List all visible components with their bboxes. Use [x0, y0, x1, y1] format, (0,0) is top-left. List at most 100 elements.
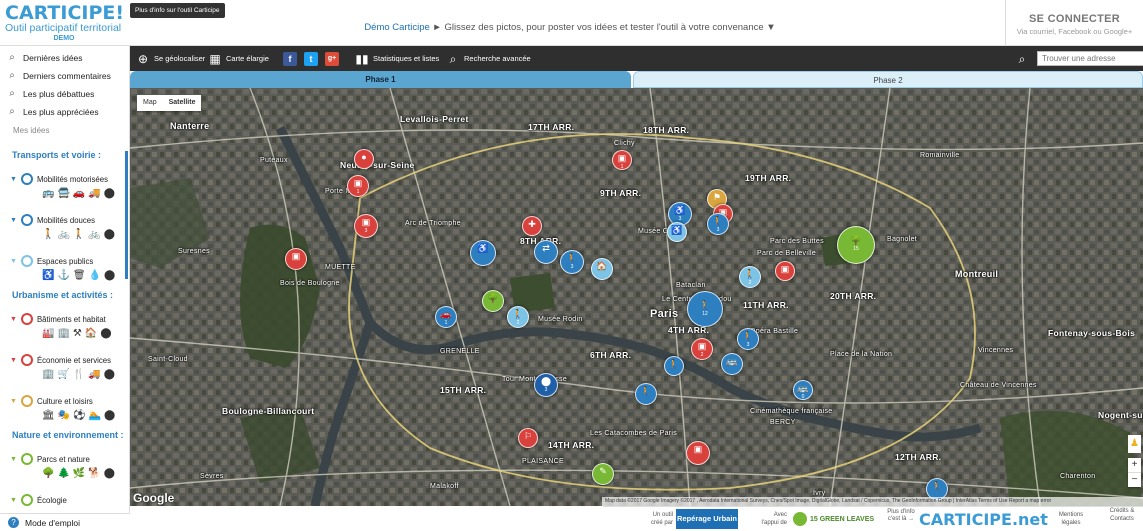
geolocate-button[interactable]: ⊕ Se géolocaliser: [136, 46, 205, 71]
map-attribution[interactable]: Map data ©2017 Google Imagery ©2017 , Ae…: [602, 497, 1143, 506]
idea-marker[interactable]: 🚶 12: [687, 291, 723, 327]
greenleaves-logo[interactable]: 15 GREEN LEAVES: [793, 511, 875, 528]
idea-marker[interactable]: ⬤ 3: [534, 373, 558, 397]
mode-emploi-button[interactable]: ? Mode d'emploi: [0, 513, 130, 531]
category-icon: [20, 395, 33, 407]
connect-subtitle: Via courriel, Facebook ou Google+: [1016, 27, 1133, 36]
idea-marker[interactable]: ⇄: [534, 240, 558, 264]
address-input[interactable]: [1037, 51, 1143, 66]
map-label: Bataclan: [676, 282, 706, 289]
logo-name: CARTICIPE!: [5, 2, 125, 24]
twitter-icon: t: [304, 51, 318, 66]
category-parcs[interactable]: ▼ Parcs et nature: [10, 453, 90, 465]
idea-marker[interactable]: 🚶 3: [560, 250, 584, 274]
idea-marker[interactable]: ♿: [470, 240, 496, 266]
address-search-icon-button[interactable]: ⌕: [1015, 46, 1029, 71]
idea-marker[interactable]: 🚶 2: [739, 266, 761, 288]
idea-marker[interactable]: ▣ 3: [354, 214, 378, 238]
reperage-urbain-logo[interactable]: Repérage Urbain: [676, 509, 738, 529]
idea-marker[interactable]: ✎: [592, 463, 614, 485]
facebook-share[interactable]: f: [283, 46, 297, 71]
picto-row-motorisees[interactable]: 🚌🚍🚗🚚⬤: [42, 188, 118, 199]
picto-row-batiments[interactable]: 🏭🏢⚒🏠⬤: [42, 328, 115, 339]
idea-marker[interactable]: 🚶 2: [507, 306, 529, 328]
category-mobilites-motorisees[interactable]: ▼ Mobilités motorisées: [10, 173, 108, 185]
carticipe-net-link[interactable]: CARTICIPE.net: [919, 509, 1048, 531]
sidebar-item-latest-comments[interactable]: ⌕ Derniers commentaires: [6, 68, 111, 84]
credits-link[interactable]: Crédits & Contacts: [1103, 507, 1141, 523]
sidebar-item-most-liked[interactable]: ⌕ Les plus appréciées: [6, 104, 98, 120]
map-label: MUETTE: [325, 264, 356, 271]
section-nature: Nature et environnement :: [12, 430, 124, 440]
idea-marker[interactable]: ▣: [285, 248, 307, 270]
map-label: Musée Rodin: [538, 316, 583, 323]
map-label: Boulogne-Billancourt: [222, 406, 315, 416]
map-label: Bagnolet: [887, 236, 918, 243]
idea-marker[interactable]: ▣ 1: [347, 175, 369, 197]
picto-row-culture[interactable]: 🏛🎭⚽🏊⬤: [42, 410, 118, 421]
category-economie[interactable]: ▼ Économie et services: [10, 354, 111, 366]
legal-link[interactable]: Mentions légales: [1051, 511, 1091, 527]
sidebar-item-most-debated[interactable]: ⌕ Les plus débattues: [6, 86, 94, 102]
map[interactable]: Map Satellite 17TH ARR. 18TH ARR. 19TH A…: [130, 88, 1143, 506]
tab-phase-2[interactable]: Phase 2: [633, 71, 1143, 88]
category-ecologie[interactable]: ▼ Écologie: [10, 494, 67, 506]
advanced-search-button[interactable]: ⌕ Recherche avancée: [446, 46, 531, 71]
zoom-out-button[interactable]: −: [1128, 472, 1141, 487]
category-culture[interactable]: ▼ Culture et loisirs: [10, 395, 93, 407]
googleplus-icon: g+: [325, 51, 339, 66]
idea-marker[interactable]: ▣ 1: [612, 150, 632, 170]
connect-button[interactable]: SE CONNECTER Via courriel, Facebook ou G…: [1005, 0, 1143, 46]
map-type-satellite[interactable]: Satellite: [163, 95, 202, 111]
chevron-down-icon: ▼: [10, 356, 17, 364]
idea-marker[interactable]: ▣ 2: [691, 338, 713, 360]
idea-marker[interactable]: ▣: [775, 261, 795, 281]
carticipe-logo[interactable]: CARTICIPE! Outil participatif territoria…: [5, 3, 127, 45]
idea-marker[interactable]: 🚶: [664, 356, 684, 376]
google-logo: Google: [133, 491, 175, 505]
idea-marker[interactable]: ✚: [522, 216, 542, 236]
enlarge-map-button[interactable]: ▦ Carte élargie: [208, 46, 269, 71]
picto-row-parcs[interactable]: 🌳🌲🌿🐕⬤: [42, 468, 118, 479]
demo-link[interactable]: Démo Carticipe: [364, 22, 429, 33]
idea-marker[interactable]: 🚶 3: [737, 328, 759, 350]
twitter-share[interactable]: t: [304, 46, 318, 71]
googleplus-share[interactable]: g+: [325, 46, 339, 71]
info-button[interactable]: Plus d'info sur l'outil Carticipe: [130, 3, 225, 18]
tab-phase-1[interactable]: Phase 1: [130, 71, 631, 88]
scrollbar[interactable]: [125, 151, 128, 279]
chevron-down-icon: ▼: [10, 257, 17, 265]
idea-marker[interactable]: ●: [354, 149, 374, 169]
map-label: Château de Vincennes: [960, 382, 1037, 389]
stats-label: Statistiques et listes: [373, 54, 440, 63]
greenleaves-label: 15 GREEN LEAVES: [810, 516, 875, 523]
stats-button[interactable]: ▮▮ Statistiques et listes: [355, 46, 439, 71]
category-mobilites-douces[interactable]: ▼ Mobilités douces: [10, 214, 95, 226]
idea-marker[interactable]: 🚗 1: [435, 306, 457, 328]
advanced-search-label: Recherche avancée: [464, 54, 531, 63]
map-label: Charenton: [1060, 473, 1096, 480]
category-espaces-publics[interactable]: ▼ Espaces publics: [10, 255, 93, 267]
category-label: Mobilités motorisées: [36, 174, 109, 184]
enlarge-map-label: Carte élargie: [226, 54, 269, 63]
picto-row-economie[interactable]: 🏢🛒🍴🚚⬤: [42, 369, 118, 380]
map-type-map[interactable]: Map: [137, 95, 163, 111]
idea-marker[interactable]: 🚌: [721, 353, 743, 375]
sidebar-item-latest-ideas[interactable]: ⌕ Dernières idées: [6, 50, 82, 66]
street-view-pegman-icon[interactable]: ♟: [1128, 435, 1141, 453]
my-ideas-link[interactable]: Mes idées: [13, 126, 49, 135]
category-batiments[interactable]: ▼ Bâtiments et habitat: [10, 313, 106, 325]
picto-row-douces[interactable]: 🚶🚲🚶🚲⬤: [42, 229, 118, 240]
zoom-in-button[interactable]: +: [1128, 458, 1141, 472]
idea-marker[interactable]: 🌳 15: [837, 226, 875, 264]
idea-marker[interactable]: ▣: [686, 441, 710, 465]
idea-marker[interactable]: 🚶: [635, 383, 657, 405]
idea-marker[interactable]: 🚶 3: [707, 213, 729, 235]
idea-marker[interactable]: 🚌 0: [793, 380, 813, 400]
picto-row-espaces[interactable]: ♿⚓🗑💧⬤: [42, 270, 118, 281]
map-type-control: Map Satellite: [137, 95, 202, 111]
idea-marker[interactable]: ♿: [667, 222, 687, 242]
idea-marker[interactable]: ⚐: [518, 428, 538, 448]
idea-marker[interactable]: 🌳: [482, 290, 504, 312]
idea-marker[interactable]: 🏠: [591, 258, 613, 280]
